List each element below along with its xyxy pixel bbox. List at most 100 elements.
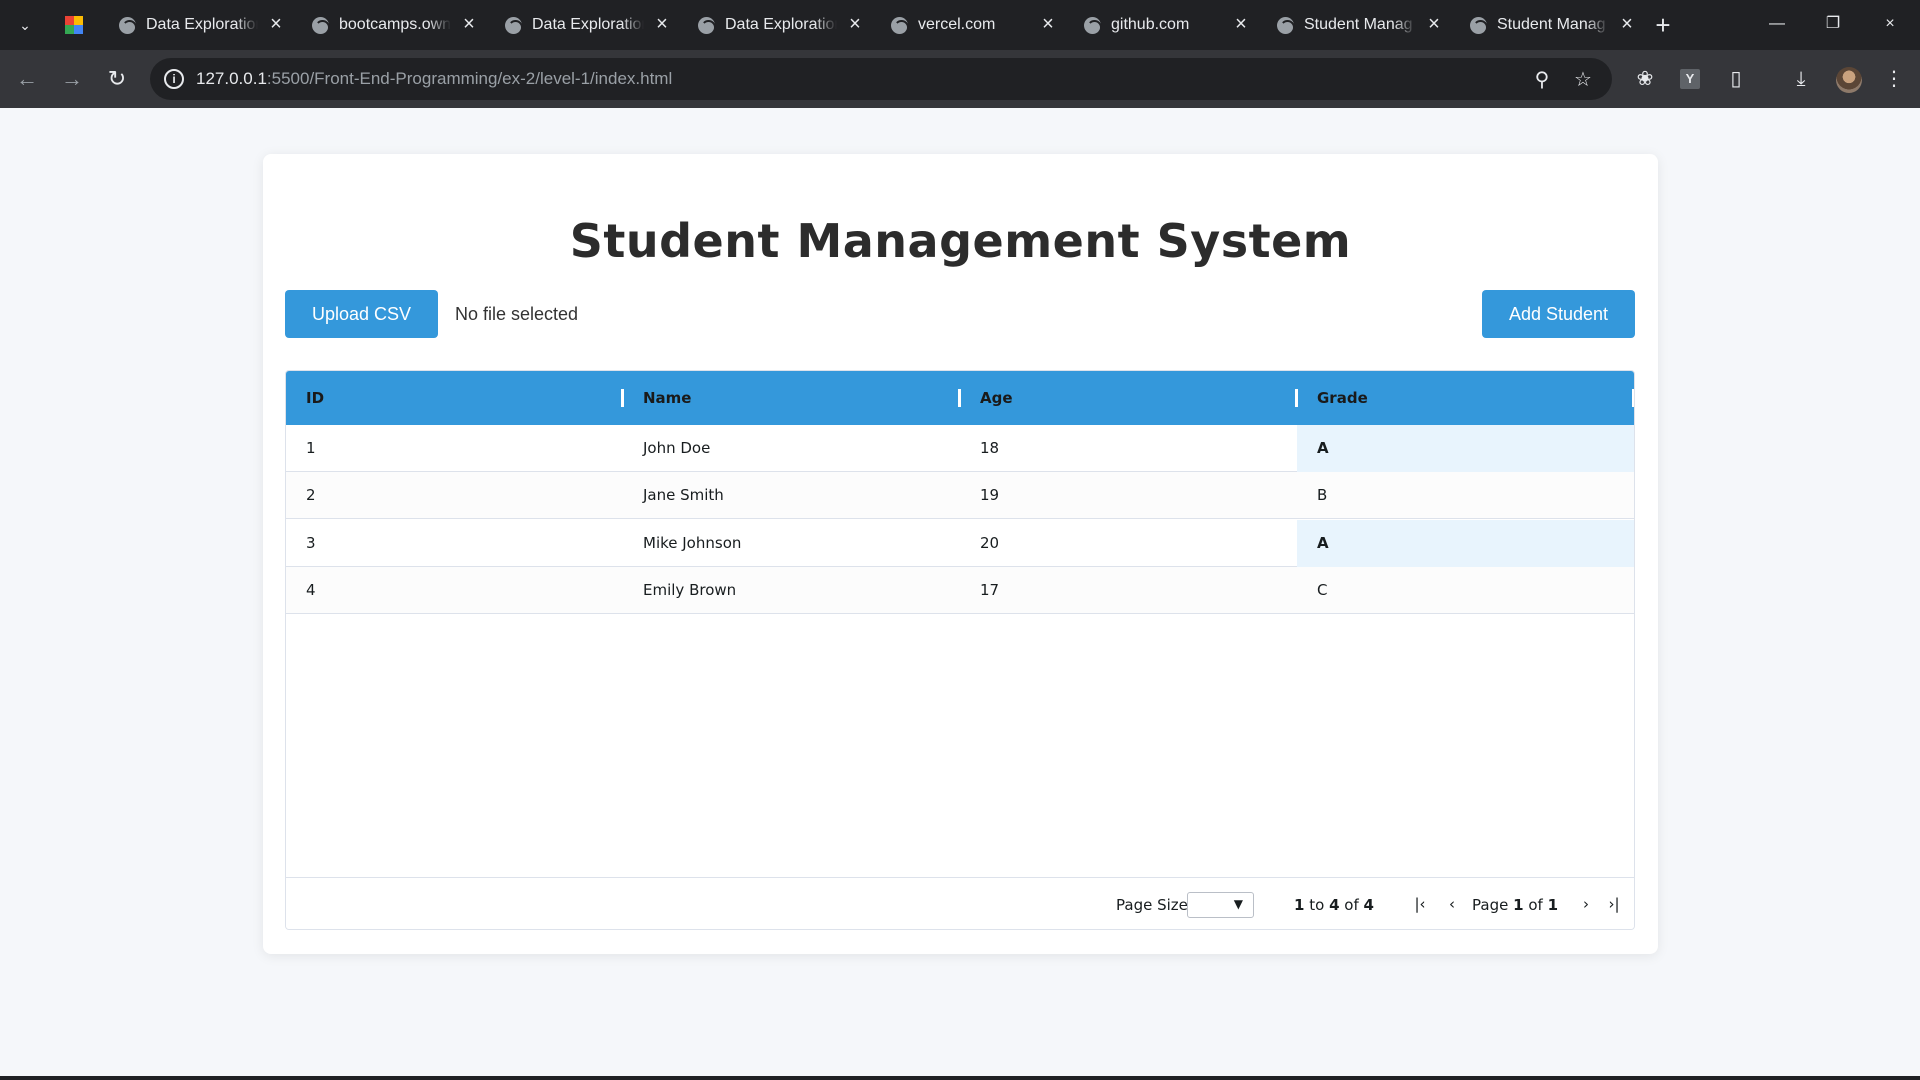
cell-grade[interactable]: A [1297, 425, 1634, 472]
url-text[interactable]: 127.0.0.1:5500/Front-End-Programming/ex-… [196, 69, 672, 89]
cell-age[interactable]: 19 [960, 472, 1297, 519]
cell-name[interactable]: Jane Smith [623, 472, 960, 519]
row-range-summary: 1 to 4 of 4 [1294, 896, 1374, 914]
last-page-icon[interactable]: ›| [1604, 893, 1624, 915]
minimize-icon[interactable]: — [1757, 10, 1797, 38]
cell-name[interactable]: Mike Johnson [623, 520, 960, 567]
browser-tab[interactable]: Data Exploration × [495, 8, 685, 42]
tab-title: Student Manag [1497, 16, 1606, 33]
tab-search-chevron-down-icon[interactable]: ⌄ [10, 12, 40, 38]
file-status-text: No file selected [455, 304, 579, 324]
globe-icon [1470, 17, 1488, 35]
globe-icon [505, 17, 523, 35]
upload-csv-button[interactable]: Upload CSV [285, 290, 438, 338]
next-page-icon[interactable]: › [1576, 893, 1596, 915]
cell-id[interactable]: 4 [286, 567, 623, 614]
browser-tab[interactable]: github.com × [1074, 8, 1264, 42]
tab-title: Data Exploration [532, 16, 644, 33]
taskbar-edge [0, 1076, 1920, 1080]
browser-tab[interactable]: Data Exploration × [688, 8, 878, 42]
page-size-select[interactable]: ▼ [1187, 892, 1254, 918]
page-viewport: Student Management System Upload CSV No … [0, 108, 1920, 1076]
extensions-puzzle-icon[interactable]: ▯ [1722, 65, 1750, 93]
tab-title: bootcamps.own [339, 16, 451, 33]
back-arrow-left-icon[interactable]: ← [12, 64, 42, 94]
profile-avatar[interactable] [1836, 67, 1862, 93]
globe-icon [312, 17, 330, 35]
column-resize-handle[interactable] [1632, 389, 1634, 407]
close-icon[interactable]: × [1423, 13, 1445, 35]
new-tab-plus-icon[interactable]: + [1649, 11, 1677, 39]
browser-tab[interactable]: Data Exploration × [109, 8, 299, 42]
zoom-magnifier-icon[interactable]: ⚲ [1530, 68, 1554, 92]
cell-name[interactable]: Emily Brown [623, 567, 960, 614]
close-icon[interactable]: × [1037, 13, 1059, 35]
caret-down-icon: ▼ [1233, 897, 1243, 911]
column-header-age[interactable]: Age [960, 371, 1297, 425]
main-card: Student Management System Upload CSV No … [263, 154, 1658, 954]
browser-tab-active[interactable]: Student Manag × [1460, 8, 1650, 42]
cell-id[interactable]: 1 [286, 425, 623, 472]
globe-icon [1084, 17, 1102, 35]
tab-title: vercel.com [918, 16, 996, 33]
tab-group-icon[interactable] [64, 15, 84, 35]
browser-toolbar: ← → ↻ i 127.0.0.1:5500/Front-End-Program… [0, 50, 1920, 108]
close-icon[interactable]: × [265, 13, 287, 35]
browser-tab[interactable]: bootcamps.own × [302, 8, 492, 42]
restore-icon[interactable]: ❐ [1813, 10, 1853, 38]
column-header-id[interactable]: ID [286, 371, 623, 425]
range-to-label: to [1309, 896, 1325, 914]
page-of-label: of [1528, 896, 1543, 914]
first-page-icon[interactable]: |‹ [1410, 893, 1430, 915]
table-row[interactable]: 3 Mike Johnson 20 A [286, 520, 1634, 567]
browser-tab[interactable]: Student Manag × [1267, 8, 1457, 42]
extension-gear-icon[interactable]: ❀ [1631, 65, 1659, 93]
add-student-button[interactable]: Add Student [1482, 290, 1635, 338]
cell-grade[interactable]: C [1297, 567, 1634, 614]
column-header-name[interactable]: Name [623, 371, 960, 425]
cell-id[interactable]: 2 [286, 472, 623, 519]
range-to: 4 [1329, 896, 1340, 914]
cell-age[interactable]: 18 [960, 425, 1297, 472]
range-total: 4 [1363, 896, 1374, 914]
cell-id[interactable]: 3 [286, 520, 623, 567]
table-header: ID Name Age Grade [286, 371, 1634, 425]
tab-title: Data Exploration [725, 16, 837, 33]
table-row[interactable]: 1 John Doe 18 A [286, 425, 1634, 472]
cell-age[interactable]: 17 [960, 567, 1297, 614]
cell-grade[interactable]: A [1297, 520, 1634, 567]
globe-icon [119, 17, 137, 35]
tab-title: github.com [1111, 16, 1190, 33]
cell-name[interactable]: John Doe [623, 425, 960, 472]
url-host: 127.0.0.1 [196, 69, 267, 88]
download-icon[interactable]: ⤓ [1787, 65, 1815, 93]
extension-y-icon[interactable]: Y [1680, 69, 1700, 89]
close-icon[interactable]: × [458, 13, 480, 35]
column-header-grade[interactable]: Grade [1297, 371, 1634, 425]
close-icon[interactable]: × [1616, 13, 1638, 35]
range-of-label: of [1344, 896, 1359, 914]
address-bar[interactable]: i 127.0.0.1:5500/Front-End-Programming/e… [150, 58, 1612, 100]
cell-grade[interactable]: B [1297, 472, 1634, 519]
bookmark-star-icon[interactable]: ☆ [1571, 68, 1595, 92]
globe-icon [698, 17, 716, 35]
close-icon[interactable]: × [1230, 13, 1252, 35]
table-row[interactable]: 4 Emily Brown 17 C [286, 567, 1634, 614]
page-title: Student Management System [569, 214, 1352, 268]
kebab-menu-icon[interactable]: ⋮ [1880, 65, 1908, 93]
previous-page-icon[interactable]: ‹ [1442, 893, 1462, 915]
close-icon[interactable]: × [651, 13, 673, 35]
browser-tab[interactable]: vercel.com × [881, 8, 1071, 42]
close-icon[interactable]: × [844, 13, 866, 35]
url-path: :5500/Front-End-Programming/ex-2/level-1… [266, 69, 673, 88]
cell-age[interactable]: 20 [960, 520, 1297, 567]
window-close-icon[interactable]: × [1870, 10, 1910, 38]
page-size-label: Page Size: [1116, 896, 1193, 914]
reload-icon[interactable]: ↻ [102, 64, 132, 94]
tab-title: Data Exploration [146, 16, 258, 33]
table-row[interactable]: 2 Jane Smith 19 B [286, 472, 1634, 519]
page-total: 1 [1547, 896, 1559, 914]
site-info-icon[interactable]: i [164, 69, 184, 89]
globe-icon [891, 17, 909, 35]
forward-arrow-right-icon[interactable]: → [57, 64, 87, 94]
